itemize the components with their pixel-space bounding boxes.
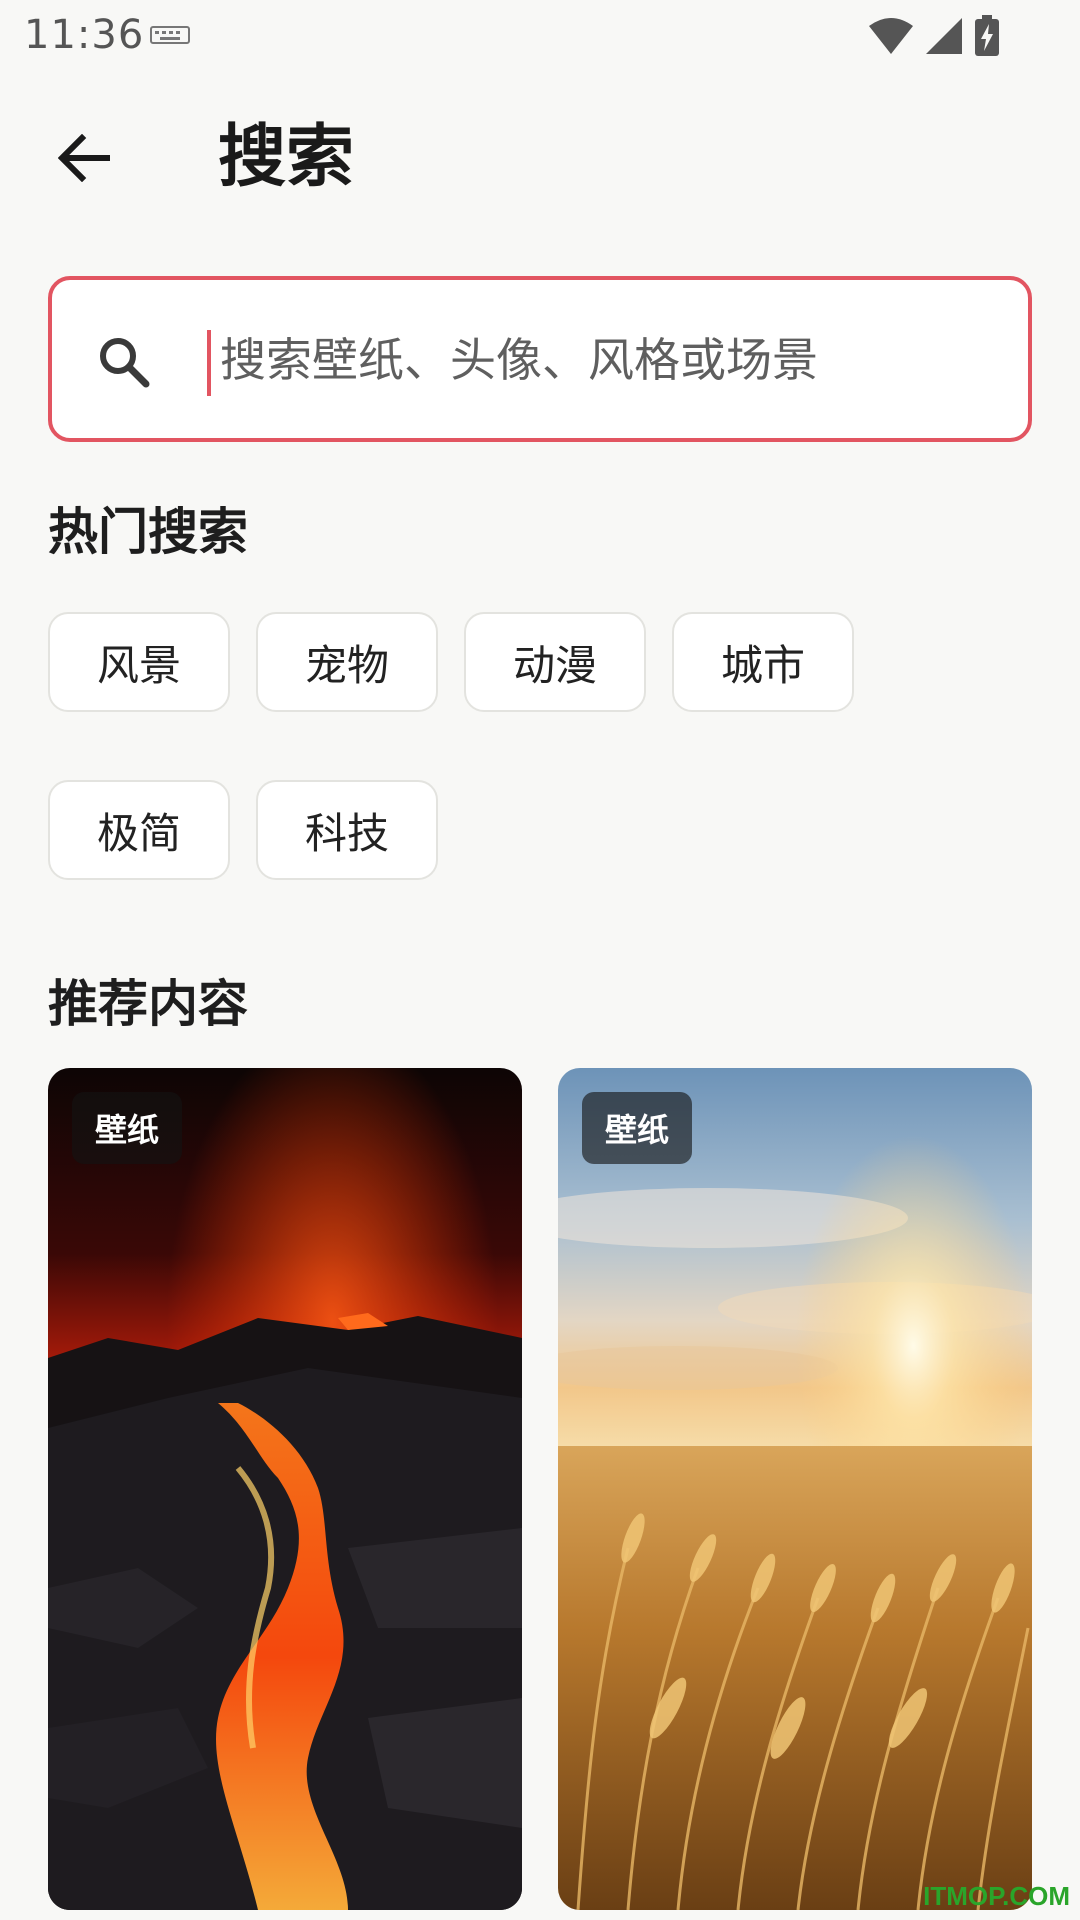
arrow-left-icon xyxy=(58,134,110,182)
wheat-field-image xyxy=(558,1068,1032,1910)
search-icon xyxy=(100,338,150,388)
chip-city[interactable]: 城市 xyxy=(672,612,854,712)
card-badge: 壁纸 xyxy=(582,1092,692,1164)
chip-scenery[interactable]: 风景 xyxy=(48,612,230,712)
chip-minimal[interactable]: 极简 xyxy=(48,780,230,880)
chip-anime[interactable]: 动漫 xyxy=(464,612,646,712)
status-bar: 11:36 xyxy=(0,0,1080,72)
wifi-icon xyxy=(869,18,913,54)
recommend-card-lava[interactable]: 壁纸 xyxy=(48,1068,522,1910)
search-bar[interactable] xyxy=(48,276,1032,442)
status-icons xyxy=(868,14,1000,58)
back-button[interactable] xyxy=(48,122,120,194)
search-input[interactable] xyxy=(214,320,1006,400)
battery-icon xyxy=(975,15,999,56)
chip-pets[interactable]: 宠物 xyxy=(256,612,438,712)
hot-search-title: 热门搜索 xyxy=(48,503,248,561)
signal-icon xyxy=(926,18,962,54)
chip-tech[interactable]: 科技 xyxy=(256,780,438,880)
lava-landscape-image xyxy=(48,1068,522,1910)
text-cursor xyxy=(207,330,211,396)
keyboard-icon xyxy=(150,26,190,44)
watermark: ITMOP.COM xyxy=(923,1881,1070,1911)
page-title: 搜索 xyxy=(218,118,355,197)
recommend-card-wheat[interactable]: 壁纸 xyxy=(558,1068,1032,1910)
status-time: 11:36 xyxy=(24,12,145,58)
card-badge: 壁纸 xyxy=(72,1092,182,1164)
recommend-title: 推荐内容 xyxy=(48,975,248,1033)
